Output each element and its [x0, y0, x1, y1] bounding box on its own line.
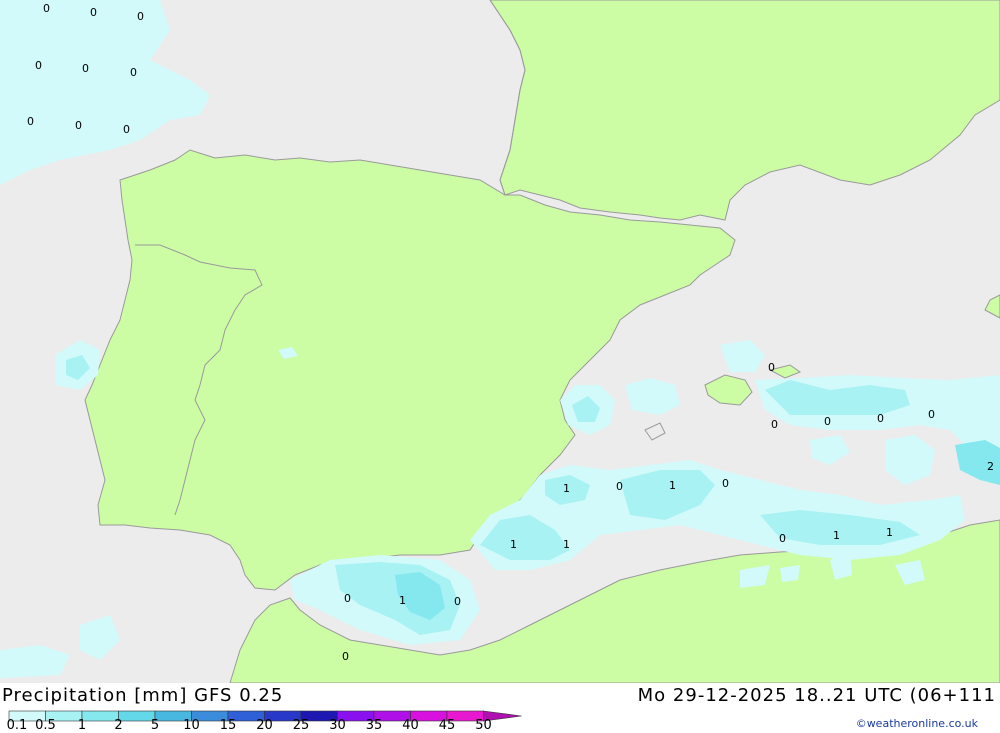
value-label: 2: [987, 460, 994, 473]
legend-tick-labels: 0.1 0.5 1 2 5 10 15 20 25 30 35 40 45 50: [0, 718, 540, 733]
value-label: 0: [27, 115, 34, 128]
value-label: 1: [833, 529, 840, 542]
legend-tick-label: 35: [365, 718, 383, 733]
value-label: 0: [454, 595, 461, 608]
value-label: 0: [342, 650, 349, 663]
legend-tick-label: 1: [77, 718, 87, 733]
value-label: 1: [669, 479, 676, 492]
map-canvas: 0 0 0 0 0 0 0 0 0 0 0 0 1 0 1 0 1 1 0 1 …: [0, 0, 1000, 683]
legend-tick-label: 50: [475, 718, 492, 733]
value-label: 0: [130, 66, 137, 79]
value-label: 0: [82, 62, 89, 75]
precipitation-map: 0 0 0 0 0 0 0 0 0 0 0 0 1 0 1 0 1 1 0 1 …: [0, 0, 1000, 683]
legend-tick-label: 0.5: [35, 718, 56, 733]
legend-tick-label: 15: [219, 718, 237, 733]
value-label: 0: [722, 477, 729, 490]
value-label: 0: [779, 532, 786, 545]
value-label: 0: [75, 119, 82, 132]
legend-tick-label: 0.1: [6, 718, 28, 733]
value-label: 1: [886, 526, 893, 539]
value-label: 0: [768, 361, 775, 374]
value-label: 0: [43, 2, 50, 15]
value-label: 0: [137, 10, 144, 23]
value-label: 1: [399, 594, 406, 607]
value-label: 0: [877, 412, 884, 425]
value-label: 0: [824, 415, 831, 428]
legend-tick-label: 2: [114, 718, 123, 733]
legend-tick-label: 20: [256, 718, 273, 733]
value-label: 1: [563, 482, 570, 495]
forecast-datetime: Mo 29-12-2025 18..21 UTC (06+111: [637, 685, 996, 706]
map-footer: Precipitation [mm] GFS 0.25 Mo 29-12-202…: [0, 683, 1000, 733]
value-label: 0: [123, 123, 130, 136]
value-label: 0: [771, 418, 778, 431]
legend-tick-label: 45: [438, 718, 456, 733]
legend-tick-label: 30: [329, 718, 346, 733]
legend-tick-label: 10: [183, 718, 200, 733]
credit-link[interactable]: ©weatheronline.co.uk: [856, 717, 978, 730]
value-label: 0: [928, 408, 935, 421]
map-title: Precipitation [mm] GFS 0.25: [2, 685, 284, 706]
legend-tick-label: 40: [402, 718, 419, 733]
value-label: 1: [563, 538, 570, 551]
value-label: 1: [510, 538, 517, 551]
value-label: 0: [616, 480, 623, 493]
legend-tick-label: 5: [150, 718, 160, 733]
legend-tick-label: 25: [292, 718, 310, 733]
value-label: 0: [35, 59, 42, 72]
value-label: 0: [344, 592, 351, 605]
value-label: 0: [90, 6, 97, 19]
